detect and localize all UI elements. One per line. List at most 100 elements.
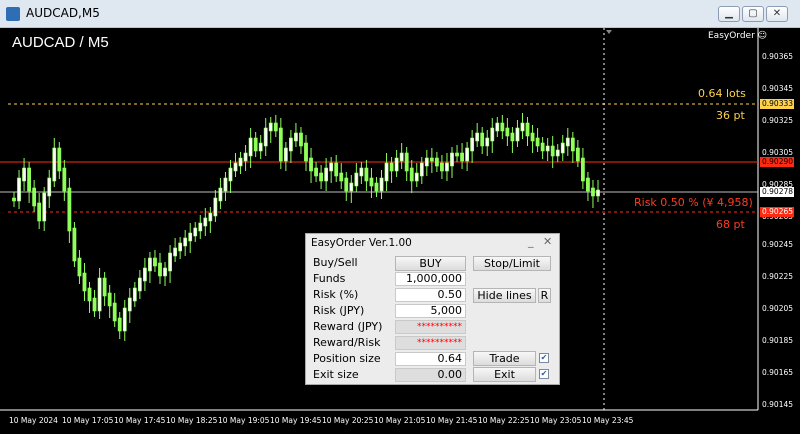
hide-lines-button[interactable]: Hide lines <box>473 288 536 303</box>
candle-body <box>47 177 52 197</box>
price-label: 0.90205 <box>762 304 794 313</box>
stop-price-tag: 0.90265 <box>760 207 794 217</box>
candle-body <box>419 162 424 177</box>
panel-header[interactable]: EasyOrder Ver.1.00 _ ✕ <box>306 234 559 252</box>
risk-percent-label: Risk (%) <box>313 288 359 301</box>
candle-body <box>168 252 172 272</box>
candle-body <box>570 137 575 152</box>
chart-symbol-label: AUDCAD / M5 <box>12 34 109 51</box>
exit-size-field[interactable]: 0.00 <box>395 368 466 382</box>
time-label: 10 May 2024 <box>9 416 58 425</box>
buy-sell-toggle-button[interactable]: BUY <box>395 256 466 271</box>
candle-body <box>158 262 162 277</box>
candle-body <box>374 182 379 192</box>
candle-body <box>424 157 429 167</box>
maximize-button[interactable]: ▢ <box>742 6 764 22</box>
candle-body <box>409 167 414 182</box>
candle-body <box>12 197 16 202</box>
candle-body <box>530 132 535 142</box>
candle-body <box>248 137 253 157</box>
position-size-field[interactable]: 0.64 <box>395 352 466 366</box>
candle-body <box>243 152 248 162</box>
price-label: 0.90245 <box>762 240 794 249</box>
minimize-button[interactable]: ▁ <box>718 6 740 22</box>
candle-body <box>233 162 238 172</box>
candle-body <box>555 149 560 157</box>
price-label: 0.90365 <box>762 52 794 61</box>
candle-body <box>470 137 475 152</box>
candle-body <box>258 142 263 152</box>
time-label: 10 May 17:05 <box>62 416 114 425</box>
reward-risk-field: ********** <box>395 336 466 350</box>
smiley-icon: ☺ <box>757 31 768 41</box>
candle-body <box>515 127 520 142</box>
time-label: 10 May 20:25 <box>322 416 374 425</box>
trade-button[interactable]: Trade <box>473 351 536 366</box>
risk-jpy-label: Risk (JPY) <box>313 304 365 317</box>
candle-body <box>560 142 565 154</box>
candle-body <box>72 227 77 262</box>
candle-body <box>173 247 178 257</box>
funds-field[interactable]: 1,000,000 <box>395 272 466 286</box>
candle-body <box>117 317 122 332</box>
easyorder-indicator-label: EasyOrder ☺ <box>708 31 768 41</box>
candle-body <box>148 257 152 272</box>
candle-body <box>283 147 288 162</box>
candle-body <box>304 142 308 162</box>
candle-body <box>208 212 213 222</box>
trade-checkbox[interactable]: ✔ <box>539 353 549 363</box>
time-label: 10 May 19:05 <box>218 416 270 425</box>
close-button[interactable]: ✕ <box>766 6 788 22</box>
candle-body <box>17 177 21 202</box>
candle-body <box>591 187 595 197</box>
candle-body <box>505 127 510 137</box>
time-label: 10 May 23:05 <box>530 416 582 425</box>
stop-limit-button[interactable]: Stop/Limit <box>473 256 551 271</box>
candle-body <box>540 142 545 152</box>
entry-price-tag: 0.90290 <box>760 157 794 167</box>
candle-body <box>294 132 298 142</box>
candle-body <box>384 162 389 182</box>
time-label: 10 May 17:45 <box>114 416 166 425</box>
candle-body <box>586 177 590 192</box>
price-label: 0.90165 <box>762 368 794 377</box>
candle-body <box>268 122 273 132</box>
price-label: 0.90225 <box>762 272 794 281</box>
candle-body <box>107 292 112 307</box>
panel-minimize-button[interactable]: _ <box>528 235 534 248</box>
candle-body <box>27 167 32 192</box>
candle-body <box>309 157 313 172</box>
candle-body <box>77 257 82 277</box>
candle-body <box>364 167 369 182</box>
candle-body <box>82 272 87 292</box>
stop-loss-points-annotation: 68 pt <box>716 218 745 231</box>
candle-body <box>565 137 570 147</box>
candle-body <box>575 147 580 162</box>
candle-body <box>324 167 329 182</box>
candle-body <box>278 127 283 162</box>
candle-body <box>490 127 495 142</box>
buysell-label: Buy/Sell <box>313 256 358 269</box>
exit-button[interactable]: Exit <box>473 367 536 382</box>
candle-body <box>445 162 449 172</box>
panel-close-button[interactable]: ✕ <box>543 235 552 248</box>
time-label: 10 May 21:05 <box>374 416 426 425</box>
candle-body <box>67 187 72 232</box>
candle-body <box>389 162 394 172</box>
risk-percent-field[interactable]: 0.50 <box>395 288 466 302</box>
risk-jpy-field[interactable]: 5,000 <box>395 304 466 318</box>
candle-body <box>273 122 278 132</box>
reward-risk-label: Reward/Risk <box>313 336 381 349</box>
panel-title: EasyOrder Ver.1.00 <box>311 237 412 249</box>
candle-body <box>102 277 107 297</box>
reset-button[interactable]: R <box>538 288 551 303</box>
candle-body <box>127 297 132 312</box>
easyorder-panel[interactable]: EasyOrder Ver.1.00 _ ✕ Buy/Sell BUY Stop… <box>305 233 560 385</box>
exit-checkbox[interactable]: ✔ <box>539 369 549 379</box>
funds-label: Funds <box>313 272 346 285</box>
candle-body <box>465 147 470 162</box>
candle-body <box>288 137 293 152</box>
candle-body <box>369 177 374 187</box>
exit-size-label: Exit size <box>313 368 359 381</box>
candle-body <box>404 152 409 172</box>
